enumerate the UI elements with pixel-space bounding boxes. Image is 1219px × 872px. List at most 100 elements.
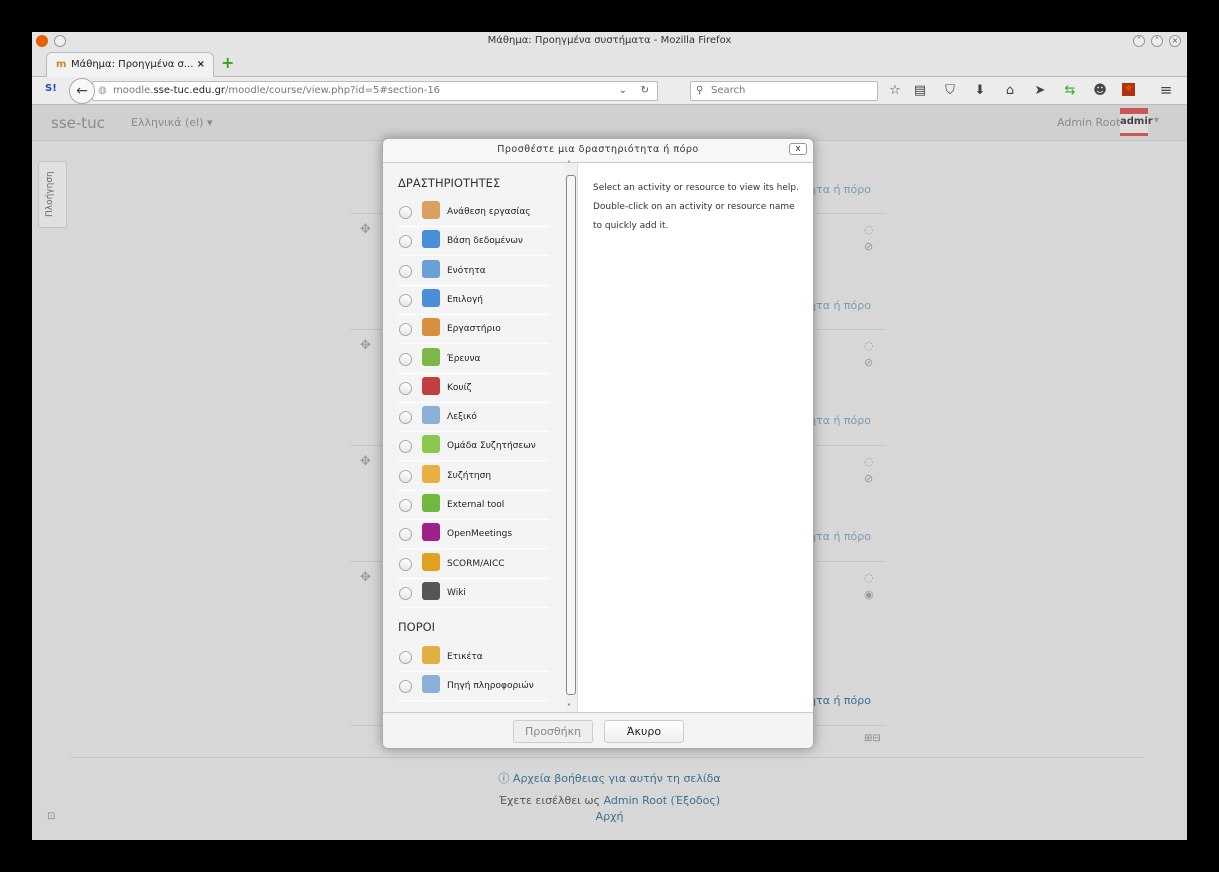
addon-icon[interactable]: ☼ bbox=[1122, 83, 1135, 96]
activity-option[interactable]: Επιλογή bbox=[397, 287, 549, 315]
tab-close-icon[interactable]: × bbox=[197, 53, 205, 77]
login-info: Έχετε εισέλθει ως Admin Root (Έξοδος) bbox=[32, 794, 1187, 807]
radio-button[interactable] bbox=[399, 352, 412, 366]
new-tab-button[interactable]: + bbox=[221, 53, 234, 72]
radio-button[interactable] bbox=[399, 651, 412, 664]
activity-option[interactable]: Έρευνα bbox=[397, 346, 549, 374]
logged-in-prefix: Έχετε εισέλθει ως bbox=[498, 794, 604, 807]
hello-chat-icon[interactable]: ☻ bbox=[1092, 83, 1108, 98]
window-menu-button[interactable] bbox=[54, 35, 66, 47]
help-docs-link[interactable]: ⓘ Αρχεία βοήθειας για αυτήν τη σελίδα bbox=[498, 772, 720, 785]
expand-collapse-icons[interactable]: ⊞⊟ bbox=[864, 733, 881, 744]
resources-heading: ΠΟΡΟΙ bbox=[398, 620, 436, 634]
sync-arrows-icon[interactable]: ⇆ bbox=[1062, 83, 1078, 98]
move-icon[interactable]: ✥ bbox=[360, 222, 371, 237]
activity-option[interactable]: Κουίζ bbox=[397, 375, 549, 403]
activity-option[interactable]: Συζήτηση bbox=[397, 463, 549, 491]
home-link[interactable]: Αρχή bbox=[596, 810, 624, 823]
radio-button[interactable] bbox=[399, 235, 412, 249]
activity-option[interactable]: Ομάδα Συζητήσεων bbox=[397, 433, 549, 462]
activity-option[interactable]: Λεξικό bbox=[397, 404, 549, 433]
activity-option[interactable]: Ενότητα bbox=[397, 258, 549, 286]
dialog-close-button[interactable]: x bbox=[789, 143, 807, 155]
menu-hamburger-icon[interactable]: ≡ bbox=[1158, 81, 1174, 99]
add-button[interactable]: Προσθήκη bbox=[513, 720, 593, 743]
avatar[interactable]: admir bbox=[1120, 108, 1153, 136]
home-icon[interactable]: ⌂ bbox=[1002, 83, 1018, 98]
activity-label: Κουίζ bbox=[447, 382, 472, 393]
navigation-block-tab[interactable]: Πλοήγηση bbox=[38, 161, 67, 228]
scrollbar-thumb[interactable] bbox=[566, 175, 576, 695]
help-docs-label: Αρχεία βοήθειας για αυτήν τη σελίδα bbox=[512, 772, 721, 785]
radio-button[interactable] bbox=[399, 323, 412, 337]
radio-button[interactable] bbox=[399, 469, 412, 483]
maximize-button[interactable]: ˄ bbox=[1151, 35, 1163, 47]
reading-list-icon[interactable]: ▤ bbox=[912, 83, 928, 98]
highlight-bulb-icon[interactable]: ◌ bbox=[864, 223, 874, 236]
radio-button[interactable] bbox=[399, 586, 412, 600]
url-host-prefix: moodle. bbox=[113, 85, 154, 96]
language-menu[interactable]: Ελληνικά (el) ▾ bbox=[131, 116, 212, 129]
activity-option[interactable]: Ανάθεση εργασίας bbox=[397, 199, 549, 227]
move-icon[interactable]: ✥ bbox=[360, 570, 371, 585]
activity-option[interactable]: Πηγή πληροφοριών bbox=[397, 673, 549, 701]
radio-button[interactable] bbox=[399, 440, 412, 454]
close-window-button[interactable]: × bbox=[1169, 35, 1181, 47]
radio-button[interactable] bbox=[399, 264, 412, 278]
addon-s-icon[interactable]: S! bbox=[45, 83, 57, 94]
back-button[interactable]: ← bbox=[69, 78, 95, 104]
radio-button[interactable] bbox=[399, 680, 412, 693]
send-icon[interactable]: ➤ bbox=[1032, 83, 1048, 98]
radio-button[interactable] bbox=[399, 528, 412, 542]
minimize-button[interactable]: ˅ bbox=[1133, 35, 1145, 47]
activity-option[interactable]: External tool bbox=[397, 492, 549, 520]
highlight-bulb-icon[interactable]: ◌ bbox=[864, 571, 874, 584]
activity-option[interactable]: Ετικέτα bbox=[397, 644, 549, 672]
user-menu-caret[interactable]: ▾ bbox=[1154, 115, 1159, 126]
radio-button[interactable] bbox=[399, 557, 412, 571]
hide-eye-icon[interactable]: ⊘ bbox=[864, 356, 873, 369]
search-input[interactable]: ⚲ Search bbox=[690, 81, 878, 101]
bookmark-star-icon[interactable]: ☆ bbox=[887, 83, 903, 98]
add-activity-dialog: Προσθέστε μια δραστηριότητα ή πόρο x ΔΡΑ… bbox=[382, 138, 814, 749]
show-eye-icon[interactable]: ◉ bbox=[864, 588, 874, 601]
hide-eye-icon[interactable]: ⊘ bbox=[864, 472, 873, 485]
list-scrollbar[interactable]: ˄ ˅ bbox=[565, 160, 577, 712]
hide-eye-icon[interactable]: ⊘ bbox=[864, 240, 873, 253]
activity-option[interactable]: Εργαστήριο bbox=[397, 316, 549, 345]
tab-course[interactable]: m Μάθημα: Προηγμένα σ... × bbox=[46, 52, 214, 77]
database-icon bbox=[422, 230, 440, 249]
scroll-up-icon[interactable]: ˄ bbox=[567, 160, 571, 169]
logout-link[interactable]: (Έξοδος) bbox=[667, 794, 721, 807]
user-name[interactable]: Admin Root bbox=[1057, 116, 1120, 129]
activity-label: Ενότητα bbox=[447, 265, 486, 276]
radio-button[interactable] bbox=[399, 499, 412, 512]
radio-button[interactable] bbox=[399, 381, 412, 395]
activity-option[interactable]: OpenMeetings bbox=[397, 521, 549, 550]
activity-option[interactable]: SCORM/AICC bbox=[397, 551, 549, 579]
move-icon[interactable]: ✥ bbox=[360, 454, 371, 469]
highlight-bulb-icon[interactable]: ◌ bbox=[864, 339, 874, 352]
download-icon[interactable]: ⬇ bbox=[972, 83, 988, 98]
url-host: sse-tuc.edu.gr bbox=[153, 85, 226, 96]
highlight-bulb-icon[interactable]: ◌ bbox=[864, 455, 874, 468]
site-brand-link[interactable]: sse-tuc bbox=[51, 114, 105, 132]
pocket-icon[interactable]: ⛉ bbox=[942, 83, 958, 98]
globe-icon: ◍ bbox=[98, 85, 107, 96]
cancel-button[interactable]: Άκυρο bbox=[604, 720, 684, 743]
help-panel: Select an activity or resource to view i… bbox=[577, 163, 813, 712]
radio-button[interactable] bbox=[399, 206, 412, 219]
search-icon: ⚲ bbox=[696, 85, 704, 96]
dock-icon[interactable]: ⊡ bbox=[47, 811, 55, 822]
url-dropdown-icon[interactable]: ⌄ bbox=[619, 82, 627, 100]
move-icon[interactable]: ✥ bbox=[360, 338, 371, 353]
reload-icon[interactable]: ↻ bbox=[641, 82, 649, 100]
radio-button[interactable] bbox=[399, 293, 412, 307]
activity-option[interactable]: Βάση δεδομένων bbox=[397, 228, 549, 257]
scroll-down-icon[interactable]: ˅ bbox=[567, 703, 571, 712]
user-profile-link[interactable]: Admin Root bbox=[604, 794, 667, 807]
activity-option[interactable]: Wiki bbox=[397, 580, 549, 608]
radio-button[interactable] bbox=[399, 411, 412, 425]
url-bar[interactable]: ◍ moodle.sse-tuc.edu.gr/moodle/course/vi… bbox=[92, 81, 658, 101]
activity-label: Λεξικό bbox=[447, 412, 477, 423]
